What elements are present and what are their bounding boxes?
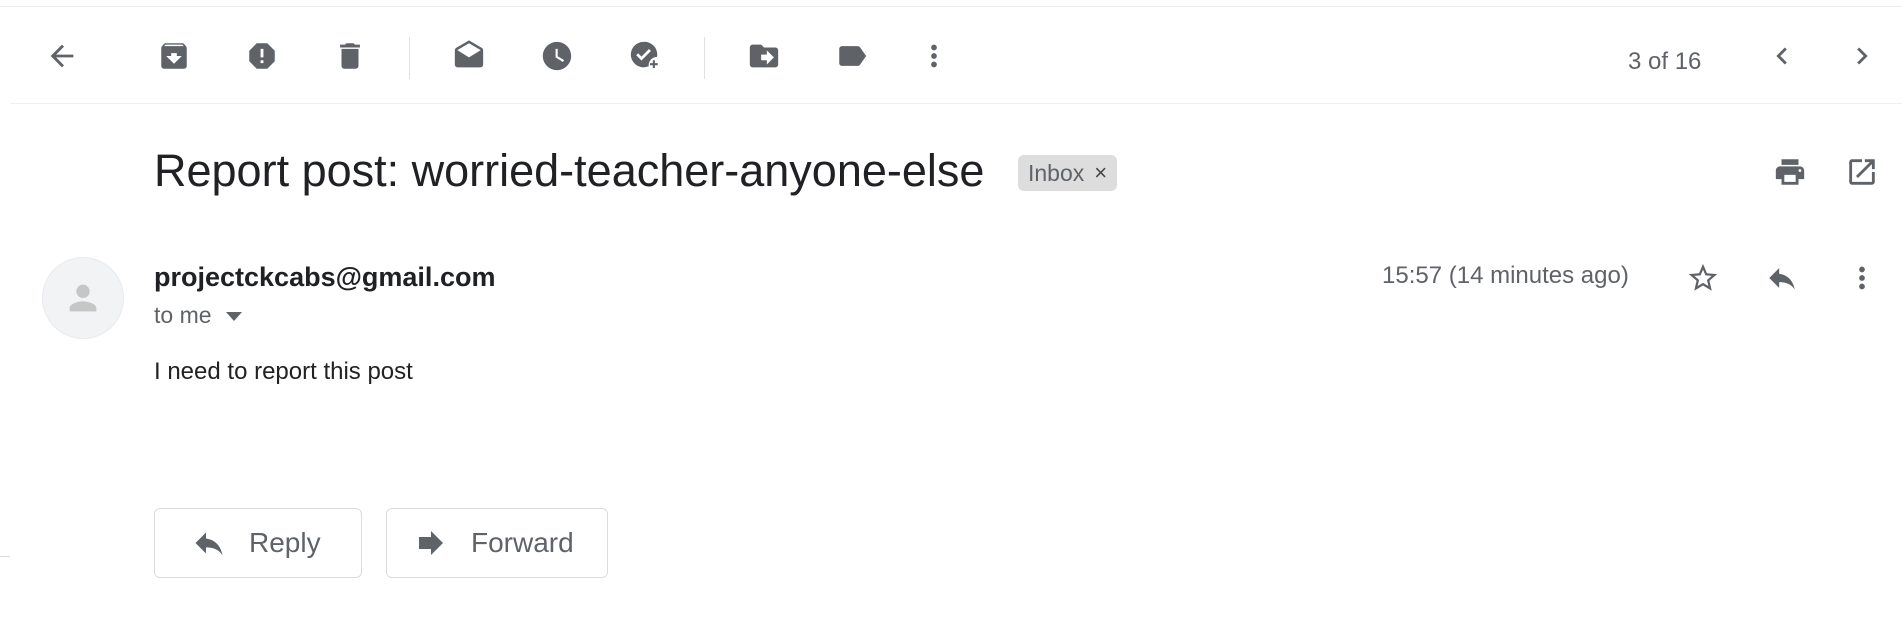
print-all-button[interactable]	[1766, 148, 1814, 196]
forward-button[interactable]: Forward	[386, 508, 608, 578]
inbox-label-chip[interactable]: Inbox ×	[1018, 155, 1118, 191]
forward-icon	[419, 531, 443, 555]
move-to-button[interactable]	[740, 32, 788, 80]
toolbar-divider	[10, 103, 1902, 104]
sender-email[interactable]: projectckcabs@gmail.com	[154, 262, 495, 293]
email-subject: Report post: worried-teacher-anyone-else	[154, 145, 985, 196]
back-button[interactable]	[38, 32, 86, 80]
forward-label: Forward	[471, 527, 574, 558]
older-button[interactable]	[1838, 32, 1886, 80]
more-actions-button[interactable]	[910, 32, 958, 80]
message-toolbar: 3 of 16	[0, 8, 1902, 104]
reply-button[interactable]: Reply	[154, 508, 362, 578]
reply-icon	[195, 532, 223, 555]
add-to-tasks-icon	[630, 41, 658, 69]
back-arrow-icon	[50, 44, 74, 68]
person-icon	[69, 284, 97, 312]
reply-label: Reply	[249, 527, 321, 558]
recipient-text: to me	[154, 302, 212, 328]
more-vert-icon	[931, 44, 937, 68]
report-spam-button[interactable]	[238, 32, 286, 80]
snooze-icon	[542, 41, 572, 71]
chevron-down-icon[interactable]	[225, 312, 242, 321]
older-chevron-icon	[1857, 47, 1868, 65]
reply-icon-button[interactable]	[1758, 254, 1806, 302]
left-edge-divider	[0, 556, 10, 557]
archive-button[interactable]	[150, 32, 198, 80]
delete-button[interactable]	[326, 32, 374, 80]
message-time: 15:57 (14 minutes ago)	[1382, 262, 1629, 289]
newer-chevron-icon	[1776, 47, 1787, 65]
labels-button[interactable]	[828, 32, 876, 80]
open-new-window-button[interactable]	[1838, 148, 1886, 196]
remove-label-icon[interactable]: ×	[1094, 160, 1107, 186]
newer-button[interactable]	[1758, 32, 1806, 80]
more-vert-icon	[1859, 266, 1865, 290]
reply-icon	[1769, 268, 1795, 290]
top-border	[0, 6, 1902, 7]
move-to-icon	[749, 44, 779, 68]
star-button[interactable]	[1679, 254, 1727, 302]
toolbar-separator	[704, 37, 705, 79]
message-counter: 3 of 16	[1628, 48, 1702, 75]
labels-icon	[839, 46, 867, 66]
star-outline-icon	[1688, 263, 1718, 291]
open-in-new-icon	[1849, 159, 1875, 185]
mark-unread-button[interactable]	[445, 32, 493, 80]
report-spam-icon	[249, 43, 275, 69]
recipient-details-toggle[interactable]: to me	[154, 302, 242, 329]
snooze-button[interactable]	[533, 32, 581, 80]
message-body: I need to report this post	[154, 358, 413, 385]
label-name: Inbox	[1028, 159, 1085, 186]
archive-icon	[161, 43, 187, 69]
print-icon	[1775, 159, 1805, 185]
delete-icon	[340, 43, 360, 69]
add-to-tasks-button[interactable]	[621, 32, 669, 80]
toolbar-separator	[409, 37, 410, 79]
sender-avatar	[42, 257, 124, 339]
message-more-button[interactable]	[1838, 254, 1886, 302]
mark-unread-icon	[454, 40, 484, 68]
